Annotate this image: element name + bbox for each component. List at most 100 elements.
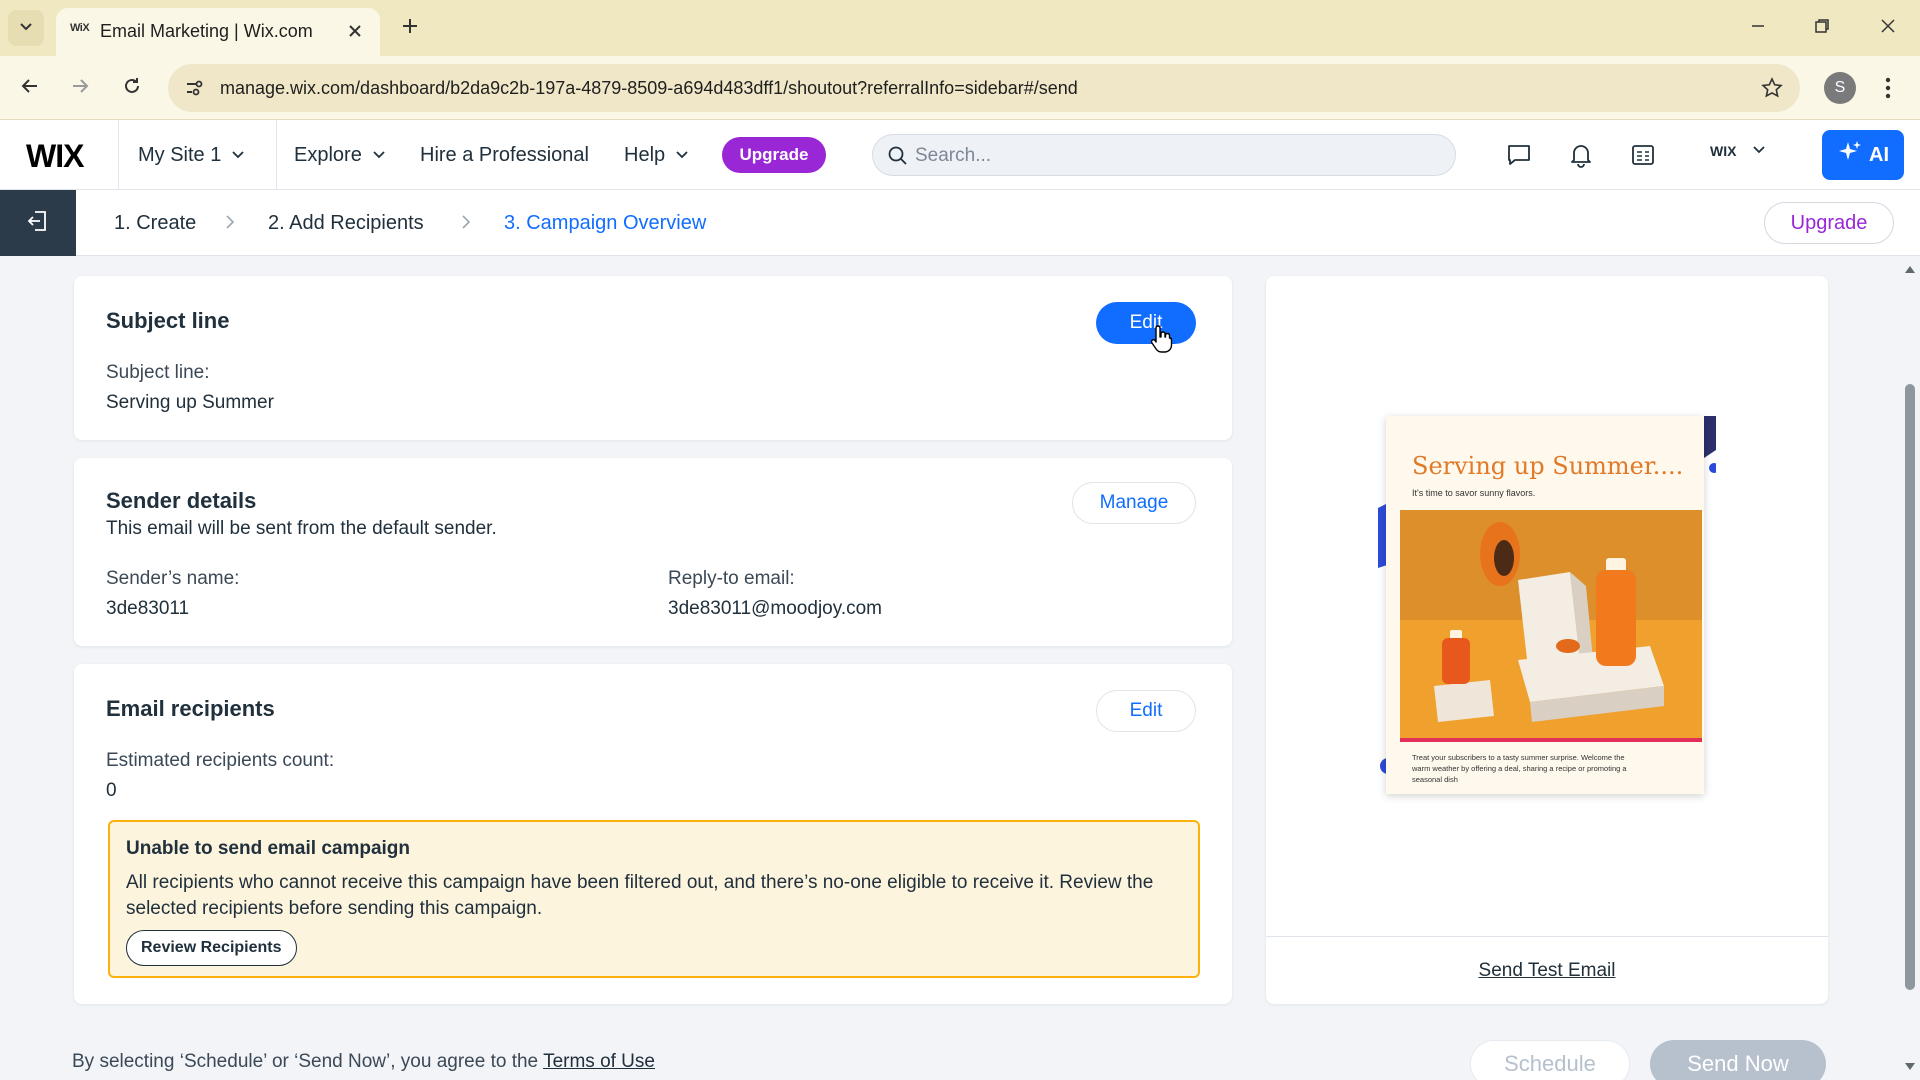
reply-to-label: Reply-to email: (668, 568, 795, 589)
step-campaign-overview[interactable]: 3. Campaign Overview (504, 212, 706, 235)
warning-notification: Unable to send email campaign All recipi… (108, 820, 1200, 978)
edit-recipients-button[interactable]: Edit (1096, 690, 1196, 732)
chevron-down-icon (372, 144, 386, 167)
step-create[interactable]: 1. Create (114, 212, 196, 235)
upgrade-button[interactable]: Upgrade (722, 137, 826, 173)
email-recipients-card: Email recipients Edit Estimated recipien… (74, 664, 1232, 1004)
sparkle-icon (1837, 139, 1863, 171)
review-recipients-button[interactable]: Review Recipients (126, 930, 297, 966)
restore-button[interactable] (1800, 8, 1844, 48)
email-title: Serving up Summer.... (1412, 452, 1684, 480)
exit-icon (25, 208, 51, 239)
site-settings-icon[interactable] (182, 76, 206, 100)
email-preview-panel: Serving up Summer.... It's time to savor… (1266, 276, 1828, 1004)
card-title: Subject line (106, 308, 230, 333)
forward-button[interactable] (60, 68, 100, 108)
browser-menu-icon[interactable] (1872, 72, 1904, 104)
warning-title: Unable to send email campaign (126, 838, 411, 859)
chevron-down-icon (231, 144, 245, 167)
terms-notice-text: By selecting ‘Schedule’ or ‘Send Now’, y… (72, 1051, 544, 1072)
new-tab-button[interactable] (394, 12, 426, 44)
ai-label: AI (1869, 143, 1889, 166)
wix-logo[interactable]: WIX (26, 138, 84, 175)
browser-address-bar: manage.wix.com/dashboard/b2da9c2b-197a-4… (0, 56, 1920, 120)
chevron-down-icon (18, 18, 34, 39)
exit-button[interactable] (0, 190, 76, 256)
manage-sender-button[interactable]: Manage (1072, 482, 1196, 524)
sender-name-value: 3de83011 (106, 598, 190, 619)
browser-tab[interactable]: WiX Email Marketing | Wix.com (56, 8, 380, 56)
explore-label: Explore (294, 144, 362, 166)
help-menu[interactable]: Help (624, 144, 689, 167)
minimize-icon (1750, 18, 1766, 39)
scroll-down-arrow-icon[interactable] (1904, 1058, 1916, 1076)
tab-search-button[interactable] (8, 10, 44, 46)
step-add-recipients[interactable]: 2. Add Recipients (268, 212, 424, 235)
arrow-left-icon (20, 76, 40, 101)
email-hero-image (1400, 510, 1702, 742)
subject-line-card: Subject line Edit Subject line: Serving … (74, 276, 1232, 440)
divider (1266, 936, 1828, 937)
back-button[interactable] (10, 68, 50, 108)
send-now-button[interactable]: Send Now (1650, 1040, 1826, 1080)
plus-icon (401, 17, 419, 40)
email-paper: Serving up Summer.... It's time to savor… (1386, 416, 1704, 794)
chevron-right-icon (458, 214, 474, 230)
chevron-right-icon (222, 214, 238, 230)
site-name: My Site 1 (138, 144, 222, 166)
url-bar[interactable]: manage.wix.com/dashboard/b2da9c2b-197a-4… (168, 64, 1800, 112)
divider (276, 120, 277, 190)
chevron-down-icon (675, 144, 689, 167)
browser-tab-bar: WiX Email Marketing | Wix.com (0, 0, 1920, 56)
restore-icon (1814, 18, 1830, 39)
scroll-up-arrow-icon[interactable] (1904, 262, 1916, 280)
subject-label: Subject line: (106, 362, 210, 383)
minimize-button[interactable] (1736, 8, 1780, 48)
wix-favicon-icon: WiX (70, 22, 90, 34)
recipients-count-value: 0 (106, 780, 117, 801)
account-label: WIX (1710, 142, 1737, 159)
ai-assistant-button[interactable]: AI (1822, 130, 1904, 180)
page-scrollbar[interactable] (1900, 258, 1920, 1080)
chevron-down-icon (1752, 142, 1766, 159)
url-text: manage.wix.com/dashboard/b2da9c2b-197a-4… (220, 78, 1078, 98)
terms-of-use-link[interactable]: Terms of Use (543, 1051, 655, 1072)
campaign-steps-bar: 1. Create 2. Add Recipients 3. Campaign … (0, 190, 1920, 256)
close-window-button[interactable] (1866, 8, 1910, 48)
send-test-email-link[interactable]: Send Test Email (1266, 960, 1828, 982)
email-subtitle: It's time to savor sunny flavors. (1412, 488, 1536, 498)
inbox-icon[interactable] (1502, 138, 1536, 172)
account-switcher[interactable]: WIX (1710, 142, 1766, 159)
site-selector[interactable]: My Site 1 (138, 144, 245, 167)
hire-label: Hire a Professional (420, 144, 589, 166)
sender-description: This email will be sent from the default… (106, 518, 497, 539)
hand-cursor-icon (1150, 324, 1174, 359)
terms-notice: By selecting ‘Schedule’ or ‘Send Now’, y… (72, 1051, 655, 1073)
email-body-text: Treat your subscribers to a tasty summer… (1412, 753, 1627, 784)
bookmark-star-icon[interactable] (1758, 74, 1786, 102)
sender-details-card: Sender details This email will be sent f… (74, 458, 1232, 646)
reload-button[interactable] (112, 68, 152, 108)
recipients-count-label: Estimated recipients count: (106, 750, 335, 771)
upgrade-outline-button[interactable]: Upgrade (1764, 202, 1894, 244)
card-title: Sender details (106, 488, 257, 513)
schedule-button[interactable]: Schedule (1470, 1040, 1630, 1080)
email-preview-thumbnail[interactable]: Serving up Summer.... It's time to savor… (1378, 416, 1716, 794)
scroll-thumb[interactable] (1905, 384, 1915, 990)
search-input[interactable]: Search... (872, 134, 1456, 176)
arrow-right-icon (70, 76, 90, 101)
close-icon[interactable] (342, 18, 368, 44)
help-label: Help (624, 144, 666, 166)
wix-top-bar: WIX My Site 1 Explore Hire a Professiona… (0, 120, 1920, 190)
warning-text: All recipients who cannot receive this c… (126, 872, 1154, 919)
hire-professional-link[interactable]: Hire a Professional (420, 144, 589, 167)
divider (118, 120, 119, 190)
close-icon (1880, 18, 1896, 39)
profile-avatar[interactable]: S (1824, 72, 1856, 104)
edit-subject-button[interactable]: Edit (1096, 302, 1196, 344)
apps-panel-icon[interactable] (1626, 138, 1660, 172)
explore-menu[interactable]: Explore (294, 144, 386, 167)
sender-name-label: Sender’s name: (106, 568, 240, 589)
notifications-bell-icon[interactable] (1564, 138, 1598, 172)
search-icon (887, 145, 909, 172)
